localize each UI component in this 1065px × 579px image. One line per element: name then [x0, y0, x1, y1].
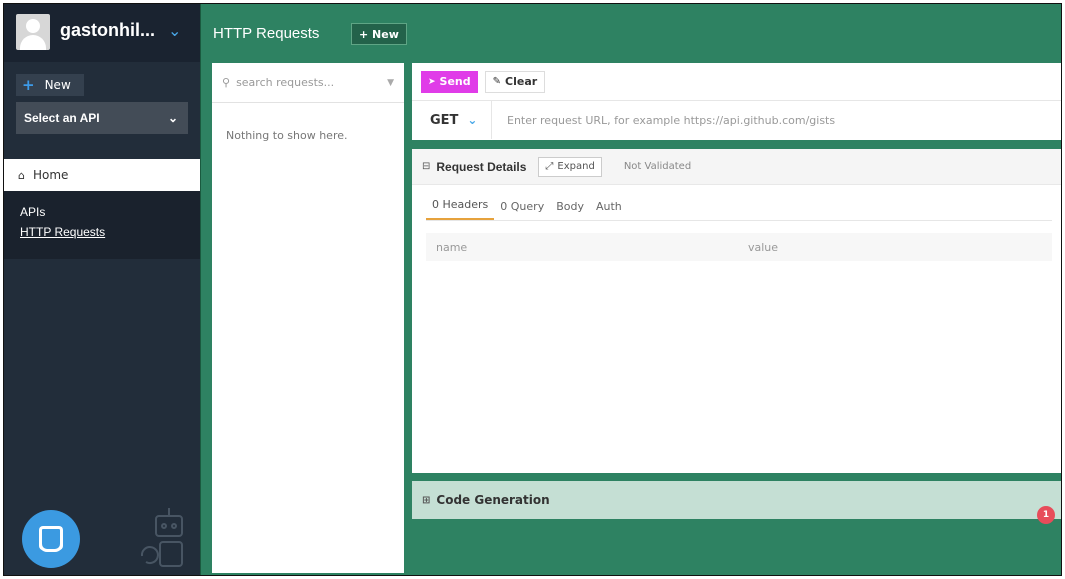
method-value: GET: [430, 112, 459, 128]
search-icon: ⚲: [222, 76, 231, 89]
top-bar: HTTP Requests + New: [201, 4, 1061, 62]
empty-list-message: Nothing to show here.: [226, 129, 348, 142]
request-details-title: Request Details: [436, 159, 527, 174]
sidebar-subnav: APIs HTTP Requests: [4, 191, 200, 259]
expand-button[interactable]: ⤢ Expand: [538, 156, 602, 177]
search-input[interactable]: search requests...: [236, 76, 387, 89]
eraser-icon: ✎: [492, 76, 502, 87]
send-button-label: Send: [439, 75, 471, 88]
main-area: HTTP Requests + New ⚲ search requests...…: [200, 4, 1061, 575]
url-row: GET ⌄ Enter request URL, for example htt…: [412, 101, 1061, 139]
username[interactable]: gastonhil...: [60, 20, 155, 41]
request-panel: ➤ Send ✎ Clear GET ⌄ Enter request URL, …: [412, 63, 1061, 140]
app-window: gastonhil... ⌄ + New Select an API ⌄ ⌂ H…: [3, 3, 1062, 576]
new-button[interactable]: + New: [16, 74, 84, 96]
chevron-down-icon: ⌄: [467, 113, 478, 127]
validation-status: Not Validated: [623, 161, 692, 172]
home-icon: ⌂: [18, 168, 25, 182]
filter-icon[interactable]: ▼: [387, 78, 394, 88]
method-select[interactable]: GET ⌄: [412, 101, 492, 139]
new-request-button[interactable]: + New: [351, 23, 407, 45]
tab-query[interactable]: 0 Query: [494, 200, 550, 220]
request-details-panel: ⊟ Request Details ⤢ Expand Not Validated…: [412, 149, 1061, 473]
avatar: [16, 14, 50, 50]
expand-icon: ⤢: [545, 161, 554, 172]
send-icon: ➤: [428, 76, 436, 87]
tab-auth[interactable]: Auth: [590, 200, 628, 220]
avatar-body-shape: [20, 35, 46, 50]
send-button[interactable]: ➤ Send: [421, 70, 478, 93]
request-details-header[interactable]: ⊟ Request Details ⤢ Expand Not Validated: [412, 149, 1061, 185]
column-name[interactable]: name: [426, 241, 748, 254]
sidebar: gastonhil... ⌄ + New Select an API ⌄ ⌂ H…: [4, 4, 200, 575]
code-generation-title: Code Generation: [436, 493, 550, 507]
tab-body[interactable]: Body: [550, 200, 590, 220]
notification-badge[interactable]: 1: [1037, 506, 1055, 524]
chevron-down-icon[interactable]: ⌄: [168, 21, 181, 40]
clear-button[interactable]: ✎ Clear: [484, 70, 546, 93]
avatar-head-shape: [26, 19, 40, 33]
request-list-panel: ⚲ search requests... ▼ Nothing to show h…: [212, 63, 404, 573]
user-bar[interactable]: gastonhil... ⌄: [4, 4, 200, 62]
url-input[interactable]: Enter request URL, for example https://a…: [492, 114, 835, 127]
new-button-label: New: [44, 78, 71, 92]
chat-icon-smile: [39, 544, 63, 552]
sidebar-link-apis[interactable]: APIs: [20, 205, 200, 219]
chat-button[interactable]: [22, 510, 80, 568]
collapse-icon[interactable]: ⊟: [422, 161, 430, 172]
chevron-down-icon: ⌄: [167, 111, 178, 125]
sidebar-item-home[interactable]: ⌂ Home: [4, 159, 200, 191]
page-title: HTTP Requests: [213, 25, 320, 42]
code-generation-panel[interactable]: ⊞ Code Generation: [412, 481, 1061, 519]
robot-decoration-icon: [140, 508, 183, 567]
expand-button-label: Expand: [557, 161, 595, 172]
expand-toggle-icon[interactable]: ⊞: [422, 495, 430, 506]
column-value[interactable]: value: [748, 241, 778, 254]
api-select[interactable]: Select an API ⌄: [16, 102, 188, 134]
clear-button-label: Clear: [505, 75, 538, 88]
plus-icon: +: [22, 76, 35, 94]
sidebar-item-label: Home: [32, 168, 69, 182]
request-actions: ➤ Send ✎ Clear: [412, 63, 1061, 101]
headers-table-header: name value: [426, 233, 1052, 261]
api-select-value: Select an API: [24, 111, 100, 125]
tab-headers[interactable]: 0 Headers: [426, 198, 495, 220]
search-bar[interactable]: ⚲ search requests... ▼: [212, 63, 404, 103]
sidebar-link-http-requests[interactable]: HTTP Requests: [20, 225, 200, 239]
details-tabs: 0 Headers 0 Query Body Auth: [426, 185, 1052, 221]
